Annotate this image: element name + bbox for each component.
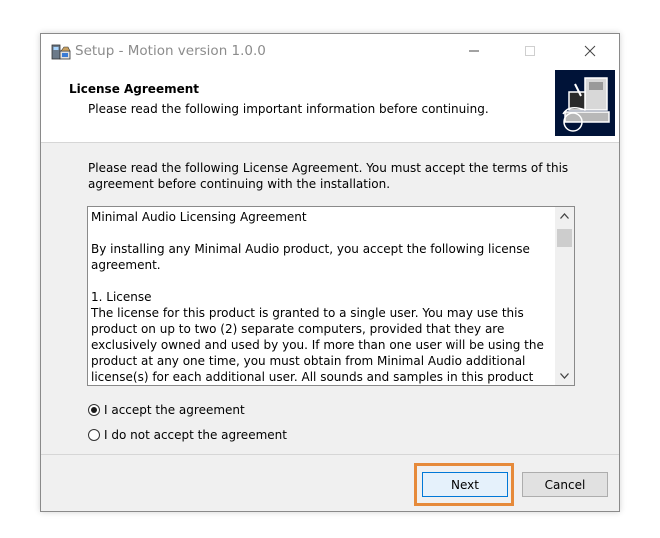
license-text-box[interactable]: Minimal Audio Licensing Agreement By ins… (87, 206, 575, 386)
wizard-logo-image (555, 70, 615, 136)
cancel-button[interactable]: Cancel (522, 472, 608, 497)
accept-radio[interactable] (88, 404, 100, 416)
scroll-down-button[interactable] (555, 367, 574, 385)
decline-option[interactable]: I do not accept the agreement (88, 428, 287, 442)
maximize-icon (525, 46, 535, 56)
license-text: Minimal Audio Licensing Agreement By ins… (91, 210, 544, 384)
decline-radio[interactable] (88, 429, 100, 441)
chevron-down-icon (560, 373, 569, 379)
close-icon (584, 45, 596, 57)
maximize-button[interactable] (507, 34, 553, 68)
accept-option[interactable]: I accept the agreement (88, 403, 245, 417)
setup-installer-icon (51, 42, 71, 62)
scroll-thumb[interactable] (557, 229, 572, 247)
page-title: License Agreement (69, 82, 200, 96)
footer-divider (41, 454, 619, 455)
window-title: Setup - Motion version 1.0.0 (75, 43, 266, 59)
vertical-scrollbar[interactable] (555, 207, 574, 385)
chevron-up-icon (560, 213, 569, 219)
page-subtitle: Please read the following important info… (88, 102, 489, 116)
next-button[interactable]: Next (422, 472, 508, 497)
minimize-icon (469, 50, 479, 52)
wizard-header: License Agreement Please read the follow… (41, 68, 619, 143)
license-instructions: Please read the following License Agreem… (88, 161, 569, 191)
title-bar[interactable]: Setup - Motion version 1.0.0 (41, 34, 619, 68)
minimize-button[interactable] (451, 34, 497, 68)
decline-label[interactable]: I do not accept the agreement (104, 428, 287, 442)
scroll-up-button[interactable] (555, 207, 574, 225)
setup-window: Setup - Motion version 1.0.0 License Agr… (40, 33, 620, 512)
accept-label[interactable]: I accept the agreement (104, 403, 245, 417)
close-button[interactable] (567, 34, 613, 68)
